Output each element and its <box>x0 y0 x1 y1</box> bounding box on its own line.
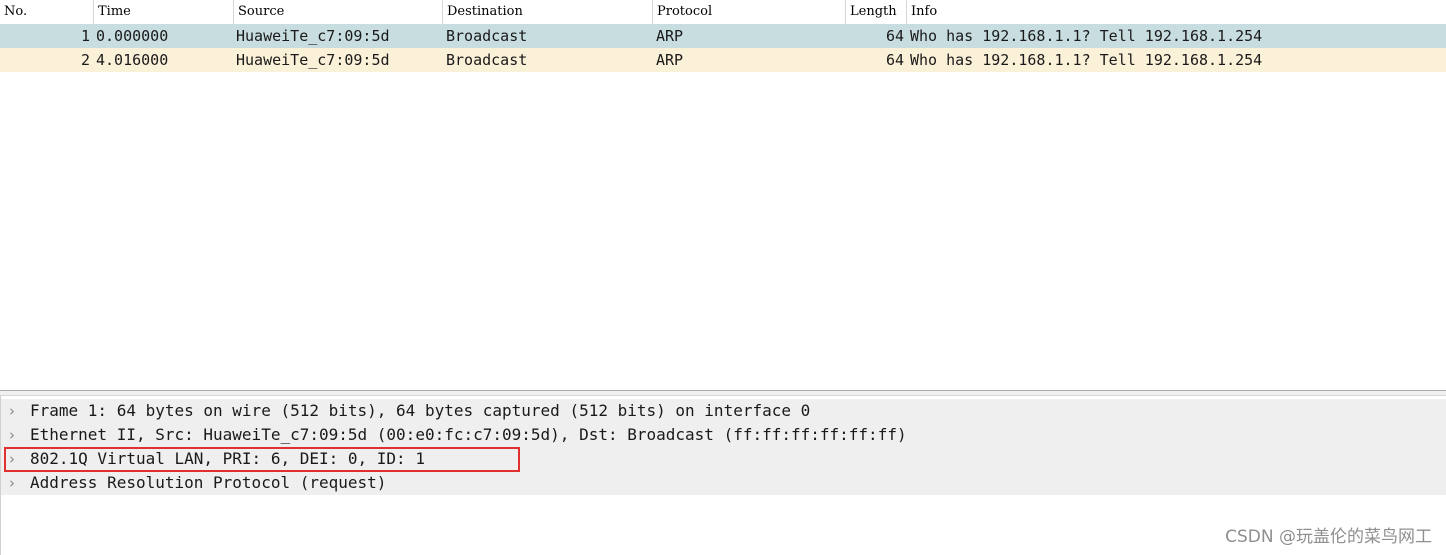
chevron-right-icon[interactable]: › <box>9 399 23 423</box>
packet-protocol: ARP <box>656 51 684 69</box>
packet-no: 1 <box>80 27 90 45</box>
column-header-time[interactable]: Time <box>94 0 234 24</box>
packet-info: Who has 192.168.1.1? Tell 192.168.1.254 <box>910 51 1263 69</box>
detail-tree-item-frame[interactable]: › Frame 1: 64 bytes on wire (512 bits), … <box>1 399 1446 423</box>
packet-row[interactable]: 1 0.000000 HuaweiTe_c7:09:5d Broadcast A… <box>0 24 1446 48</box>
column-header-destination[interactable]: Destination <box>443 0 653 24</box>
detail-tree-label: Ethernet II, Src: HuaweiTe_c7:09:5d (00:… <box>30 425 907 444</box>
chevron-right-icon[interactable]: › <box>9 471 23 495</box>
highlight-annotation-box <box>4 447 520 472</box>
column-header-info[interactable]: Info <box>907 0 1446 24</box>
chevron-right-icon[interactable]: › <box>9 423 23 447</box>
packet-source: HuaweiTe_c7:09:5d <box>236 27 390 45</box>
packet-length: 64 <box>885 51 904 69</box>
packet-info: Who has 192.168.1.1? Tell 192.168.1.254 <box>910 27 1263 45</box>
packet-length: 64 <box>885 27 904 45</box>
packet-time: 0.000000 <box>96 27 169 45</box>
column-header-no[interactable]: No. <box>0 0 94 24</box>
detail-tree-item-arp[interactable]: › Address Resolution Protocol (request) <box>1 471 1446 495</box>
packet-source: HuaweiTe_c7:09:5d <box>236 51 390 69</box>
packet-list-header: No. Time Source Destination Protocol Len… <box>0 0 1446 25</box>
packet-row[interactable]: 2 4.016000 HuaweiTe_c7:09:5d Broadcast A… <box>0 48 1446 72</box>
packet-destination: Broadcast <box>446 27 528 45</box>
watermark-text: CSDN @玩盖伦的菜鸟网工 <box>1225 527 1432 547</box>
column-header-source[interactable]: Source <box>234 0 443 24</box>
packet-list-pane: No. Time Source Destination Protocol Len… <box>0 0 1446 390</box>
detail-tree-label: Address Resolution Protocol (request) <box>30 473 387 492</box>
packet-time: 4.016000 <box>96 51 169 69</box>
wireshark-window: No. Time Source Destination Protocol Len… <box>0 0 1446 555</box>
detail-tree-item-ethernet[interactable]: › Ethernet II, Src: HuaweiTe_c7:09:5d (0… <box>1 423 1446 447</box>
packet-no: 2 <box>80 51 90 69</box>
column-header-protocol[interactable]: Protocol <box>653 0 846 24</box>
detail-tree-label: Frame 1: 64 bytes on wire (512 bits), 64… <box>30 401 811 420</box>
packet-destination: Broadcast <box>446 51 528 69</box>
column-header-length[interactable]: Length <box>846 0 907 24</box>
packet-protocol: ARP <box>656 27 684 45</box>
